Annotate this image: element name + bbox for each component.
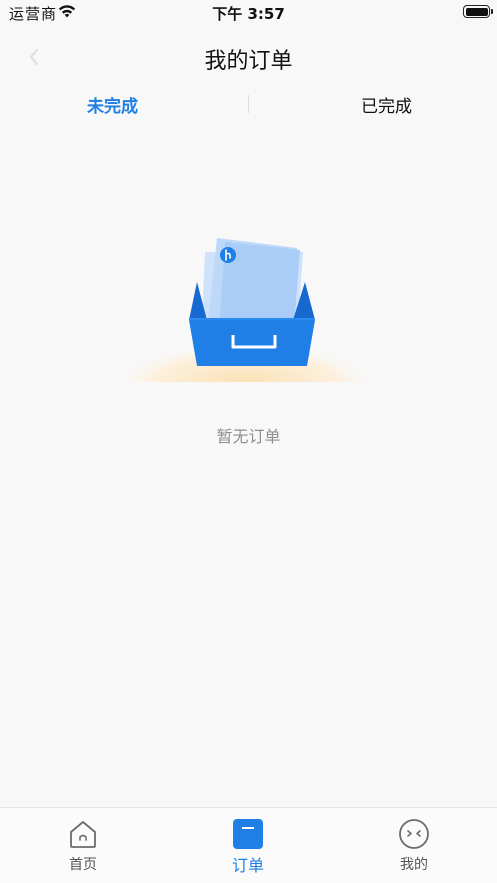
tab-bar-label-me: 我的 bbox=[400, 857, 428, 873]
tab-incomplete[interactable]: 未完成 bbox=[87, 92, 138, 117]
tab-bar-label-home: 首页 bbox=[69, 857, 97, 873]
order-status-tabs: 未完成 已完成 bbox=[0, 90, 497, 120]
status-time: 下午 3:57 bbox=[212, 5, 285, 23]
status-bar: 运营商 下午 3:57 bbox=[0, 0, 497, 26]
empty-orders-illustration bbox=[125, 230, 375, 418]
tab-bar-item-home[interactable]: 首页 bbox=[23, 808, 143, 883]
home-icon bbox=[67, 818, 99, 850]
tab-bar-item-orders[interactable]: 订单 bbox=[188, 808, 308, 883]
profile-icon bbox=[398, 818, 430, 850]
nav-bar: 我的订单 bbox=[0, 26, 497, 90]
tab-bar-item-me[interactable]: 我的 bbox=[354, 808, 474, 883]
empty-state-message: 暂无订单 bbox=[216, 427, 281, 446]
bottom-tab-bar: 首页 订单 我的 bbox=[0, 807, 497, 883]
tab-divider bbox=[248, 95, 249, 113]
tab-completed[interactable]: 已完成 bbox=[361, 92, 412, 117]
battery-icon bbox=[463, 5, 493, 18]
screen: 运营商 下午 3:57 我的订单 未完成 已完成 暂无订单 首页 订单 我的 bbox=[0, 0, 497, 883]
orders-icon bbox=[232, 818, 264, 850]
tab-bar-label-orders: 订单 bbox=[231, 856, 264, 875]
page-title: 我的订单 bbox=[204, 49, 293, 74]
